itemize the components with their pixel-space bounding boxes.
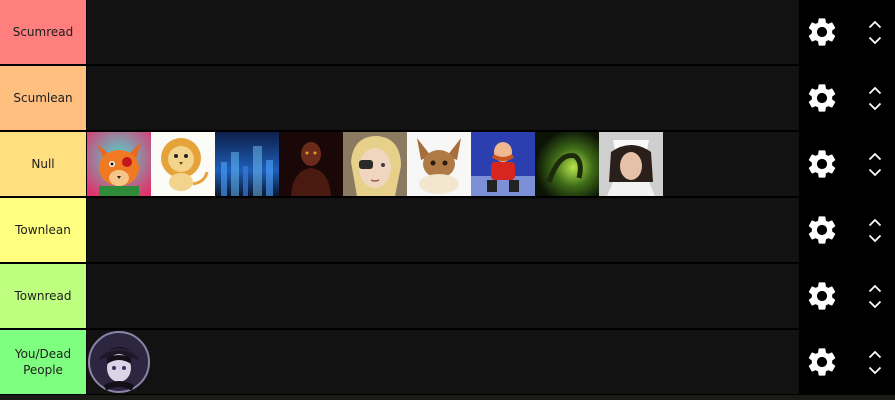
dark-anime-character-avatar-icon[interactable] (87, 330, 151, 394)
chevron-up-icon[interactable] (868, 218, 882, 227)
blond-anime-character-avatar-icon[interactable] (343, 132, 407, 196)
tier-items-townread[interactable] (87, 264, 799, 328)
tier-row-scumread: Scumread (0, 0, 895, 64)
chevron-up-icon[interactable] (868, 284, 882, 293)
tier-list: Scumread Scumlean Null Townlean Townread… (0, 0, 895, 395)
chevron-down-icon[interactable] (868, 366, 882, 375)
gear-icon[interactable] (805, 15, 839, 49)
eevee-avatar-icon[interactable] (407, 132, 471, 196)
chevron-down-icon[interactable] (868, 234, 882, 243)
green-glow-creature-avatar-icon[interactable] (535, 132, 599, 196)
chevron-down-icon[interactable] (868, 300, 882, 309)
chevron-down-icon[interactable] (868, 102, 882, 111)
tier-controls (799, 66, 895, 130)
tier-label[interactable]: You/Dead People (0, 330, 86, 394)
tier-controls (799, 198, 895, 262)
tier-label[interactable]: Null (0, 132, 86, 196)
tier-controls (799, 264, 895, 328)
tier-row-townlean: Townlean (0, 198, 895, 262)
gear-icon[interactable] (805, 345, 839, 379)
tier-controls (799, 132, 895, 196)
blue-cityscape-avatar-icon[interactable] (215, 132, 279, 196)
tier-row-dead: You/Dead People (0, 330, 895, 394)
tier-row-scumlean: Scumlean (0, 66, 895, 130)
gear-icon[interactable] (805, 213, 839, 247)
gear-icon[interactable] (805, 147, 839, 181)
chevron-down-icon[interactable] (868, 168, 882, 177)
tier-items-scumread[interactable] (87, 0, 799, 64)
gear-icon[interactable] (805, 81, 839, 115)
tier-row-null: Null (0, 132, 895, 196)
tier-controls (799, 0, 895, 64)
tier-label[interactable]: Townread (0, 264, 86, 328)
chevron-up-icon[interactable] (868, 350, 882, 359)
tier-items-scumlean[interactable] (87, 66, 799, 130)
tier-row-townread: Townread (0, 264, 895, 328)
fox-avatar-icon[interactable] (87, 132, 151, 196)
chevron-down-icon[interactable] (868, 36, 882, 45)
gear-icon[interactable] (805, 279, 839, 313)
tier-label[interactable]: Townlean (0, 198, 86, 262)
nurse-photo-avatar-icon[interactable] (599, 132, 663, 196)
chevron-up-icon[interactable] (868, 86, 882, 95)
dark-red-figure-avatar-icon[interactable] (279, 132, 343, 196)
tier-items-dead[interactable] (87, 330, 799, 394)
tier-controls (799, 330, 895, 394)
chevron-up-icon[interactable] (868, 20, 882, 29)
chevron-up-icon[interactable] (868, 152, 882, 161)
lion-cartoon-avatar-icon[interactable] (151, 132, 215, 196)
robotnik-avatar-icon[interactable] (471, 132, 535, 196)
tier-label[interactable]: Scumread (0, 0, 86, 64)
tier-items-townlean[interactable] (87, 198, 799, 262)
tier-label[interactable]: Scumlean (0, 66, 86, 130)
tier-items-null[interactable] (87, 132, 799, 196)
